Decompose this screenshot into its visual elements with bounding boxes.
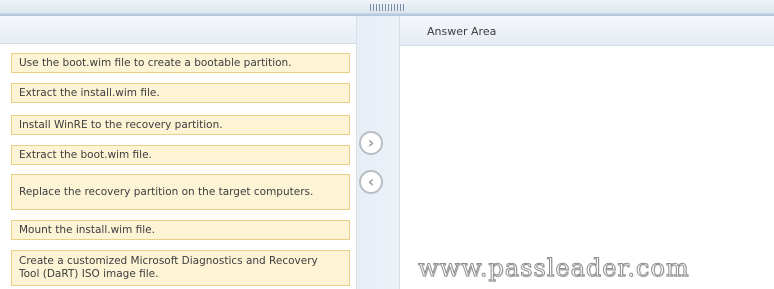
list-item[interactable]: Install WinRE to the recovery partition. <box>11 115 350 135</box>
chevron-right-icon: › <box>367 133 375 152</box>
answer-area-header: Answer Area <box>400 16 774 46</box>
answer-area-title: Answer Area <box>427 25 497 38</box>
list-item[interactable]: Extract the boot.wim file. <box>11 145 350 165</box>
list-item-label: Install WinRE to the recovery partition. <box>19 118 223 131</box>
list-item[interactable]: Mount the install.wim file. <box>11 220 350 240</box>
list-item-label: Use the boot.wim file to create a bootab… <box>19 56 292 69</box>
list-item[interactable]: Create a customized Microsoft Diagnostic… <box>11 250 350 286</box>
list-item[interactable]: Use the boot.wim file to create a bootab… <box>11 53 350 73</box>
list-item[interactable]: Extract the install.wim file. <box>11 83 350 103</box>
resize-grip[interactable] <box>370 4 406 11</box>
watermark-text: www.passleader.com <box>418 254 690 283</box>
list-item-label: Mount the install.wim file. <box>19 223 155 236</box>
list-item-label: Replace the recovery partition on the ta… <box>19 185 314 198</box>
move-left-button[interactable]: ‹ <box>359 170 383 194</box>
move-right-button[interactable]: › <box>359 131 383 155</box>
list-item[interactable]: Replace the recovery partition on the ta… <box>11 174 350 210</box>
list-item-label: Extract the install.wim file. <box>19 86 160 99</box>
answer-area[interactable]: Answer Area <box>400 16 774 289</box>
list-item-label: Create a customized Microsoft Diagnostic… <box>19 255 318 280</box>
list-item-label: Extract the boot.wim file. <box>19 148 152 161</box>
window-top-bar <box>0 0 774 16</box>
chevron-left-icon: ‹ <box>367 172 375 191</box>
source-panel-header <box>0 16 356 44</box>
